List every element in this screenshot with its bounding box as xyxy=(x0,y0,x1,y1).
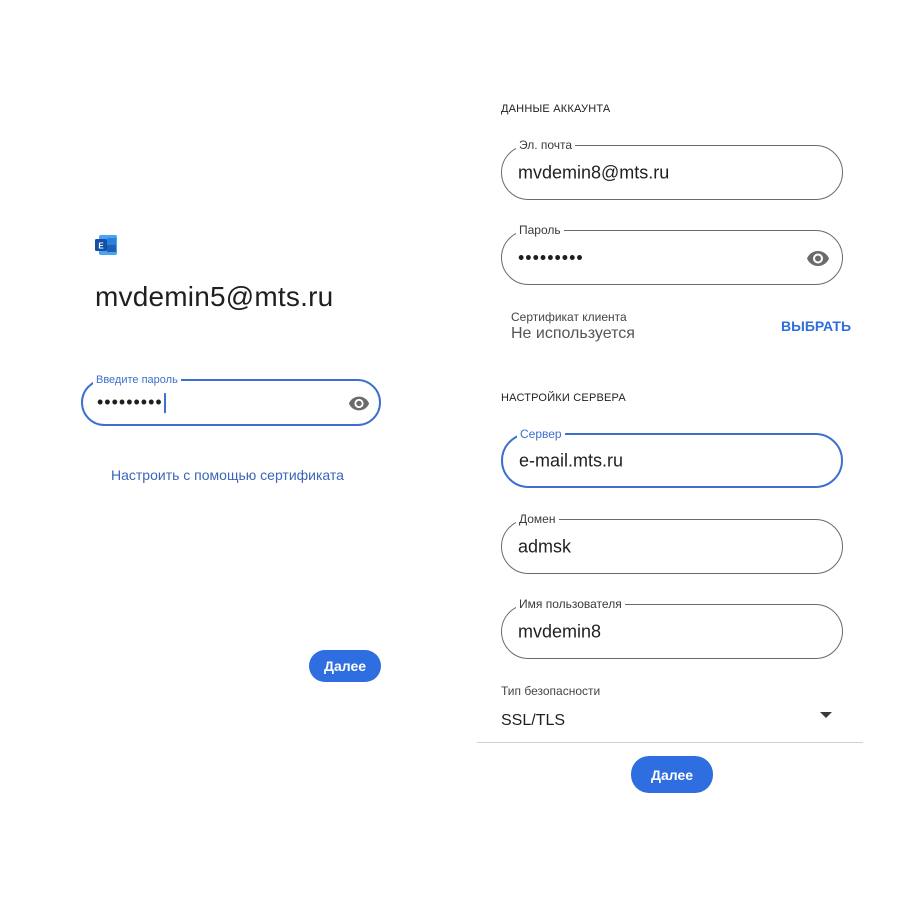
left-login-screen: E mvdemin5@mts.ru Введите пароль •••••••… xyxy=(0,0,470,900)
server-field-value[interactable]: e-mail.mts.ru xyxy=(519,450,623,471)
account-section-header: ДАННЫЕ АККАУНТА xyxy=(501,103,611,115)
server-field-label: Сервер xyxy=(517,427,565,441)
client-certificate-label: Сертификат клиента xyxy=(511,310,627,324)
svg-text:E: E xyxy=(98,242,104,251)
eye-icon[interactable] xyxy=(348,392,370,414)
username-field-label: Имя пользователя xyxy=(516,597,625,611)
password-field-value[interactable]: ••••••••• xyxy=(97,392,166,414)
password-field[interactable]: Введите пароль ••••••••• xyxy=(81,373,381,426)
server-field[interactable]: Сервер e-mail.mts.ru xyxy=(501,427,843,488)
domain-field-label: Домен xyxy=(516,512,559,526)
security-type-label: Тип безопасности xyxy=(501,684,601,698)
email-field-value[interactable]: mvdemin8@mts.ru xyxy=(518,162,669,183)
client-certificate-value: Не используется xyxy=(511,325,635,342)
next-button[interactable]: Далее xyxy=(631,756,713,793)
security-type-select[interactable]: SSL/TLS xyxy=(477,700,863,743)
text-caret xyxy=(163,393,166,414)
email-field[interactable]: Эл. почта mvdemin8@mts.ru xyxy=(501,138,843,200)
email-field-label: Эл. почта xyxy=(516,138,576,152)
outlook-logo-icon: E xyxy=(95,235,117,255)
setup-with-certificate-link[interactable]: Настроить с помощью сертификата xyxy=(111,467,344,483)
password-field[interactable]: Пароль ••••••••• xyxy=(501,223,843,285)
server-section-header: НАСТРОЙКИ СЕРВЕРА xyxy=(501,392,626,404)
choose-certificate-button[interactable]: ВЫБРАТЬ xyxy=(781,318,851,334)
security-type-value: SSL/TLS xyxy=(501,712,566,729)
account-email-title: mvdemin5@mts.ru xyxy=(95,281,334,312)
username-field[interactable]: Имя пользователя mvdemin8 xyxy=(501,597,843,659)
domain-field-value[interactable]: admsk xyxy=(518,536,571,557)
eye-icon[interactable] xyxy=(806,246,830,270)
domain-field[interactable]: Домен admsk xyxy=(501,512,843,574)
password-field-label: Пароль xyxy=(516,223,564,237)
dropdown-arrow-icon xyxy=(820,712,832,718)
next-button[interactable]: Далее xyxy=(309,650,381,682)
username-field-value[interactable]: mvdemin8 xyxy=(518,621,601,642)
password-field-label: Введите пароль xyxy=(93,373,181,387)
password-field-value[interactable]: ••••••••• xyxy=(518,247,584,268)
